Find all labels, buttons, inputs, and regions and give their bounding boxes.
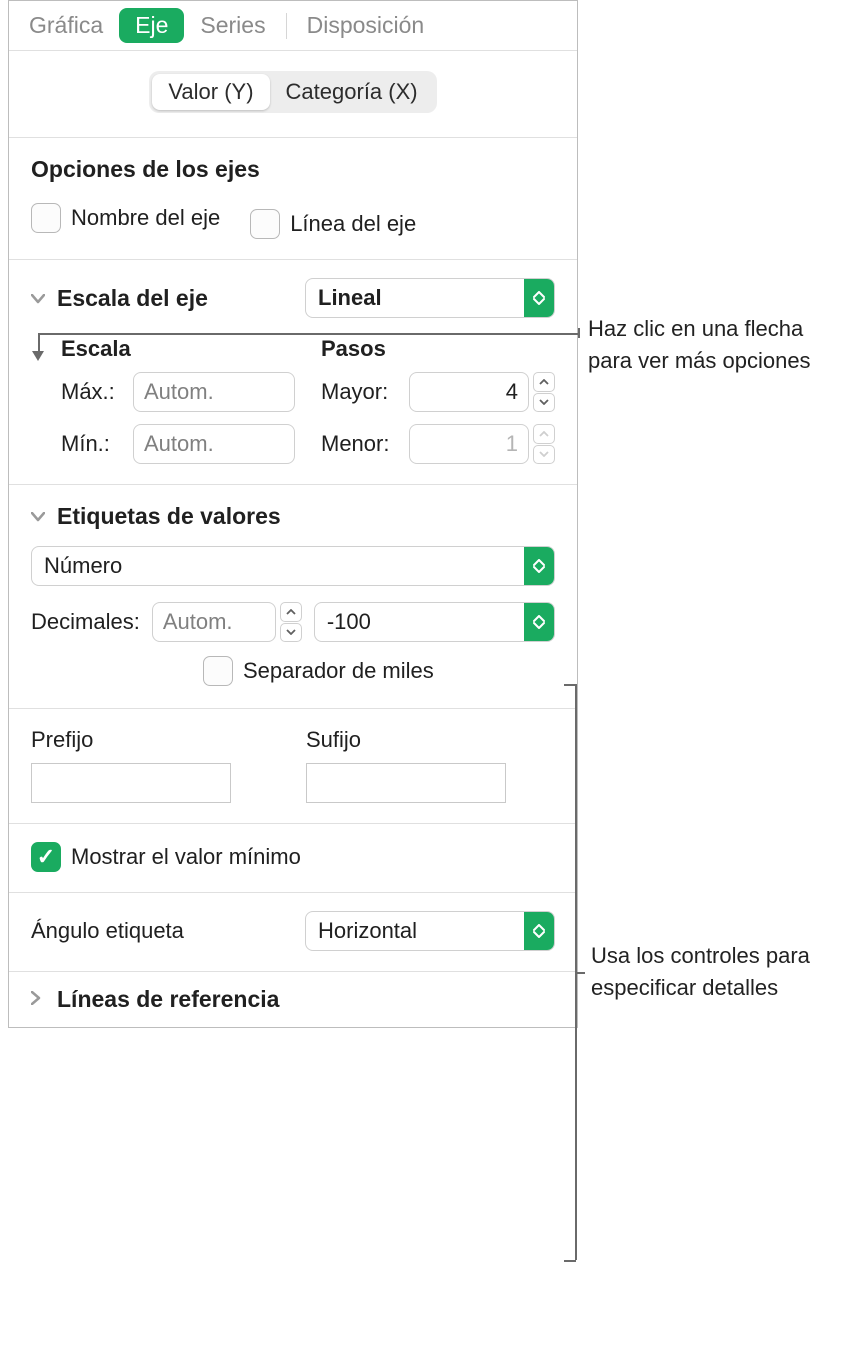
callout-bracket-end bbox=[564, 684, 576, 686]
chevron-updown-icon bbox=[524, 603, 554, 641]
checkbox-axis-name[interactable] bbox=[31, 203, 61, 233]
section-axis-scale: Escala del eje Lineal Escala Máx.: Autom… bbox=[9, 260, 577, 485]
disclosure-reference-lines[interactable] bbox=[31, 989, 49, 1010]
section-show-min: Mostrar el valor mínimo bbox=[9, 824, 577, 893]
section-label-angle: Ángulo etiqueta Horizontal bbox=[9, 893, 577, 971]
label-prefix: Prefijo bbox=[31, 727, 280, 753]
stepper-major[interactable] bbox=[533, 372, 555, 412]
axis-options-heading: Opciones de los ejes bbox=[31, 156, 555, 183]
input-suffix[interactable] bbox=[306, 763, 506, 803]
label-axis-line: Línea del eje bbox=[290, 211, 416, 237]
stepper-decimals[interactable] bbox=[280, 602, 302, 642]
steps-subheading: Pasos bbox=[321, 336, 555, 362]
popup-negative-format[interactable]: -100 bbox=[314, 602, 555, 642]
segment-value-y[interactable]: Valor (Y) bbox=[152, 74, 269, 110]
axis-segmented-control: Valor (Y) Categoría (X) bbox=[149, 71, 436, 113]
label-minor: Menor: bbox=[321, 431, 399, 457]
chevron-down-icon bbox=[533, 393, 555, 413]
label-min: Mín.: bbox=[61, 431, 123, 457]
tab-separator bbox=[286, 13, 287, 39]
inspector-panel: Gráfica Eje Series Disposición Valor (Y)… bbox=[8, 0, 578, 1028]
arrowhead-icon bbox=[32, 351, 44, 361]
axis-scale-heading: Escala del eje bbox=[57, 285, 208, 312]
reference-lines-heading: Líneas de referencia bbox=[57, 986, 279, 1013]
label-axis-name: Nombre del eje bbox=[71, 205, 220, 231]
callout-connector bbox=[38, 333, 578, 335]
axis-subtab-row: Valor (Y) Categoría (X) bbox=[9, 51, 577, 138]
tab-axis[interactable]: Eje bbox=[119, 8, 184, 43]
label-angle: Ángulo etiqueta bbox=[31, 918, 295, 944]
callout-tick bbox=[578, 328, 580, 338]
popup-negative-format-value: -100 bbox=[315, 609, 524, 635]
checkbox-thousands-separator[interactable] bbox=[203, 656, 233, 686]
popup-label-angle-value: Horizontal bbox=[306, 918, 524, 944]
section-value-labels: Etiquetas de valores Número Decimales: A… bbox=[9, 485, 577, 709]
callout-bracket-end bbox=[564, 1260, 576, 1262]
input-steps-minor[interactable]: 1 bbox=[409, 424, 529, 464]
section-prefix-suffix: Prefijo Sufijo bbox=[9, 709, 577, 824]
chevron-up-icon bbox=[280, 602, 302, 622]
tab-series[interactable]: Series bbox=[184, 8, 281, 43]
label-max: Máx.: bbox=[61, 379, 123, 405]
disclosure-axis-scale[interactable] bbox=[31, 288, 49, 309]
chevron-down-icon bbox=[280, 623, 302, 643]
chevron-updown-icon bbox=[524, 279, 554, 317]
popup-axis-scale-type[interactable]: Lineal bbox=[305, 278, 555, 318]
chevron-updown-icon bbox=[524, 912, 554, 950]
callout-connector bbox=[38, 333, 40, 353]
checkbox-axis-line[interactable] bbox=[250, 209, 280, 239]
popup-number-format[interactable]: Número bbox=[31, 546, 555, 586]
label-decimals: Decimales: bbox=[31, 609, 140, 635]
callout-bracket-stem bbox=[575, 972, 585, 974]
checkbox-show-min-value[interactable] bbox=[31, 842, 61, 872]
tab-chart[interactable]: Gráfica bbox=[13, 8, 119, 43]
callout-arrow-text: Haz clic en una flecha para ver más opci… bbox=[588, 313, 838, 377]
chevron-up-icon bbox=[533, 372, 555, 392]
label-show-min-value: Mostrar el valor mínimo bbox=[71, 844, 301, 870]
input-steps-major[interactable]: 4 bbox=[409, 372, 529, 412]
stepper-minor bbox=[533, 424, 555, 464]
callout-controls-text: Usa los controles para especificar detal… bbox=[591, 940, 841, 1004]
chevron-updown-icon bbox=[524, 547, 554, 585]
input-prefix[interactable] bbox=[31, 763, 231, 803]
input-scale-max[interactable]: Autom. bbox=[133, 372, 295, 412]
section-axis-options: Opciones de los ejes Nombre del eje Líne… bbox=[9, 138, 577, 260]
popup-label-angle[interactable]: Horizontal bbox=[305, 911, 555, 951]
chevron-down-icon bbox=[533, 445, 555, 465]
label-thousands-separator: Separador de miles bbox=[243, 658, 434, 684]
chevron-up-icon bbox=[533, 424, 555, 444]
scale-subheading: Escala bbox=[61, 336, 295, 362]
popup-number-format-value: Número bbox=[32, 553, 524, 579]
tab-layout[interactable]: Disposición bbox=[291, 8, 441, 43]
label-major: Mayor: bbox=[321, 379, 399, 405]
top-tab-bar: Gráfica Eje Series Disposición bbox=[9, 1, 577, 51]
section-reference-lines: Líneas de referencia bbox=[9, 972, 577, 1027]
disclosure-value-labels[interactable] bbox=[31, 506, 49, 527]
input-scale-min[interactable]: Autom. bbox=[133, 424, 295, 464]
input-decimals[interactable]: Autom. bbox=[152, 602, 276, 642]
segment-category-x[interactable]: Categoría (X) bbox=[270, 74, 434, 110]
popup-axis-scale-value: Lineal bbox=[306, 285, 524, 311]
label-suffix: Sufijo bbox=[306, 727, 555, 753]
value-labels-heading: Etiquetas de valores bbox=[57, 503, 281, 530]
section-value-labels-group: Etiquetas de valores Número Decimales: A… bbox=[9, 485, 577, 972]
